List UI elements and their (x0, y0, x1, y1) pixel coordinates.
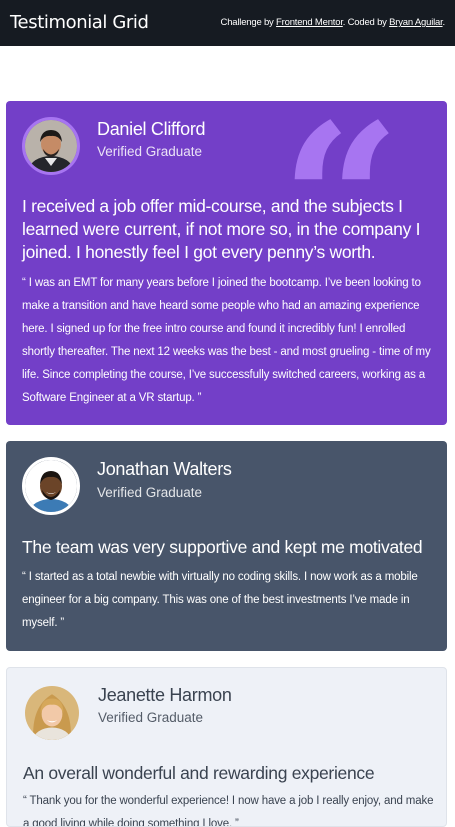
avatar (25, 686, 79, 740)
author-name: Jeanette Harmon (98, 685, 232, 705)
attribution-suffix: . (442, 17, 446, 28)
testimonial-quote: “ I started as a total newbie with virtu… (22, 571, 418, 629)
author-role: Verified Graduate (97, 144, 203, 159)
attribution-prefix: Challenge by (220, 17, 277, 28)
avatar (22, 117, 80, 175)
attribution-middle: . Coded by (342, 17, 390, 28)
testimonial-quote: “ Thank you for the wonderful experience… (23, 795, 434, 827)
author-name: Jonathan Walters (97, 459, 232, 479)
author-role: Verified Graduate (97, 485, 203, 500)
testimonial-headline: I received a job offer mid-course, and t… (22, 196, 421, 262)
testimonial-card-jeanette: Jeanette Harmon Verified Graduate An ove… (6, 667, 447, 827)
testimonial-card-daniel: “ Daniel Clifford Verified Graduate I re… (6, 101, 447, 425)
author-name: Daniel Clifford (97, 119, 206, 139)
author-link[interactable]: Bryan Aguilar (389, 17, 443, 28)
top-bar: Testimonial Grid Challenge by Frontend M… (0, 0, 455, 46)
testimonial-headline: The team was very supportive and kept me… (22, 537, 423, 557)
testimonial-headline: An overall wonderful and rewarding exper… (23, 763, 375, 783)
author-role: Verified Graduate (98, 710, 204, 725)
testimonial-card-jonathan: Jonathan Walters Verified Graduate The t… (6, 441, 447, 651)
attribution: Challenge by Frontend Mentor. Coded by B… (220, 17, 446, 28)
frontend-mentor-link[interactable]: Frontend Mentor (276, 17, 343, 28)
avatar (22, 457, 80, 515)
testimonial-quote: “ I was an EMT for many years before I j… (22, 277, 431, 404)
app-title: Testimonial Grid (10, 12, 149, 33)
